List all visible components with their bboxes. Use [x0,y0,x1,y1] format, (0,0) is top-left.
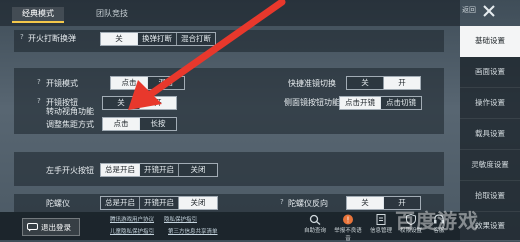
left-fire-option-always[interactable]: 总是开启 [101,164,140,176]
link-privacy-guide[interactable]: 隐私保护指引 [164,215,197,223]
gyro-reverse-option-off[interactable]: 关 [347,197,384,209]
warning-icon: ! [343,214,353,225]
side-scope-option-switch[interactable]: 点击切镜 [381,97,421,109]
close-icon[interactable] [481,3,497,19]
tab-team-deathmatch[interactable]: 团队竞技 [86,7,138,21]
gyroscope-option-off[interactable]: 关闭 [179,197,217,209]
side-scope-option-open[interactable]: 点击开镜 [340,97,381,109]
gyro-reverse-label: 陀螺仪反向 [288,199,328,208]
tab-classic-mode[interactable]: 经典模式 [12,7,64,23]
left-fire-option-off[interactable]: 关闭 [179,164,217,176]
scope-button-turn-option-on[interactable]: 开 [140,97,176,109]
mode-tab-bar: 经典模式 团队竞技 [0,0,460,26]
sidebar-item-sensitivity[interactable]: 灵敏度设置 [460,150,520,181]
gyroscope-selector: 总是开启 开镜开启 关闭 [100,196,218,210]
fire-interrupt-selector: 关 换弹打断 混合打断 [100,32,216,46]
quick-scope-switch-option-on[interactable]: 开 [384,77,420,89]
side-scope-button-label: 侧面镜按钮功能 [284,98,340,107]
fire-interrupt-option-mixed[interactable]: 混合打断 [177,33,215,45]
scope-button-turn-selector: 关 开 [102,96,177,110]
gyroscope-option-scope[interactable]: 开镜开启 [140,197,179,209]
quick-scope-switch-label: 快捷准镜切换 [288,79,336,88]
sidebar-item-basic[interactable]: 基础设置 [460,26,520,57]
search-icon [309,214,321,225]
sidebar-item-vehicle[interactable]: 载具设置 [460,119,520,150]
sidebar-item-controls[interactable]: 操作设置 [460,88,520,119]
scope-button-turn-label-2: 转动视角功能 [46,107,94,116]
quick-scope-switch-selector: 关 开 [346,76,421,90]
self-service-label: 自助查询 [303,228,326,234]
link-user-agreement[interactable]: 腾讯游戏用户协议 [110,215,154,223]
left-fire-selector: 总是开启 开镜开启 关闭 [100,163,218,177]
sidebar-item-graphics[interactable]: 画面设置 [460,57,520,88]
scope-mode-option-click[interactable]: 点击 [111,77,148,89]
self-service-button[interactable]: 自助查询 [300,213,330,239]
report-voice-button[interactable]: ! 举报不良语音 [333,213,363,242]
fire-interrupt-option-reload[interactable]: 换弹打断 [138,33,177,45]
help-icon[interactable]: ? [37,78,41,86]
left-fire-option-scope[interactable]: 开镜开启 [140,164,179,176]
gyroscope-label: 陀螺仪 [46,199,70,208]
gyroscope-option-always[interactable]: 总是开启 [101,197,140,209]
focus-mode-selector: 点击 长按 [102,117,177,131]
scope-button-turn-option-off[interactable]: 关 [103,97,140,109]
panel-fire-settings [14,30,444,52]
document-icon [376,214,386,225]
logout-label: 退出登录 [41,222,71,232]
baidu-games-watermark: 百度游戏 [395,209,479,233]
svg-text:!: ! [346,216,349,225]
side-scope-button-selector: 点击开镜 点击切镜 [339,96,422,110]
help-icon[interactable]: ? [37,97,41,105]
quick-scope-switch-option-off[interactable]: 关 [347,77,384,89]
back-label[interactable]: 返回 [462,5,476,15]
help-icon[interactable]: ? [20,33,24,41]
focus-mode-option-click[interactable]: 点击 [103,118,140,130]
info-manage-label: 信息管理 [369,228,392,234]
info-manage-button[interactable]: 信息管理 [366,213,396,239]
logout-button[interactable]: 退出登录 [22,218,80,236]
scope-mode-option-mixed[interactable]: 混合 [148,77,184,89]
left-fire-label: 左手开火按钮 [46,166,94,175]
link-third-party-info[interactable]: 第三方信息共享清单 [168,227,218,235]
fire-interrupt-label: 开火打断换弹 [28,34,76,43]
link-child-privacy[interactable]: 儿童隐私保护指引 [110,227,154,235]
focus-mode-label: 调整焦距方式 [46,120,94,129]
scope-mode-selector: 点击 混合 [110,76,185,90]
chat-icon [27,222,38,231]
focus-mode-option-hold[interactable]: 长按 [140,118,176,130]
help-icon[interactable]: ? [280,198,284,206]
scope-mode-label: 开镜模式 [46,79,78,88]
fire-interrupt-option-off[interactable]: 关 [101,33,138,45]
